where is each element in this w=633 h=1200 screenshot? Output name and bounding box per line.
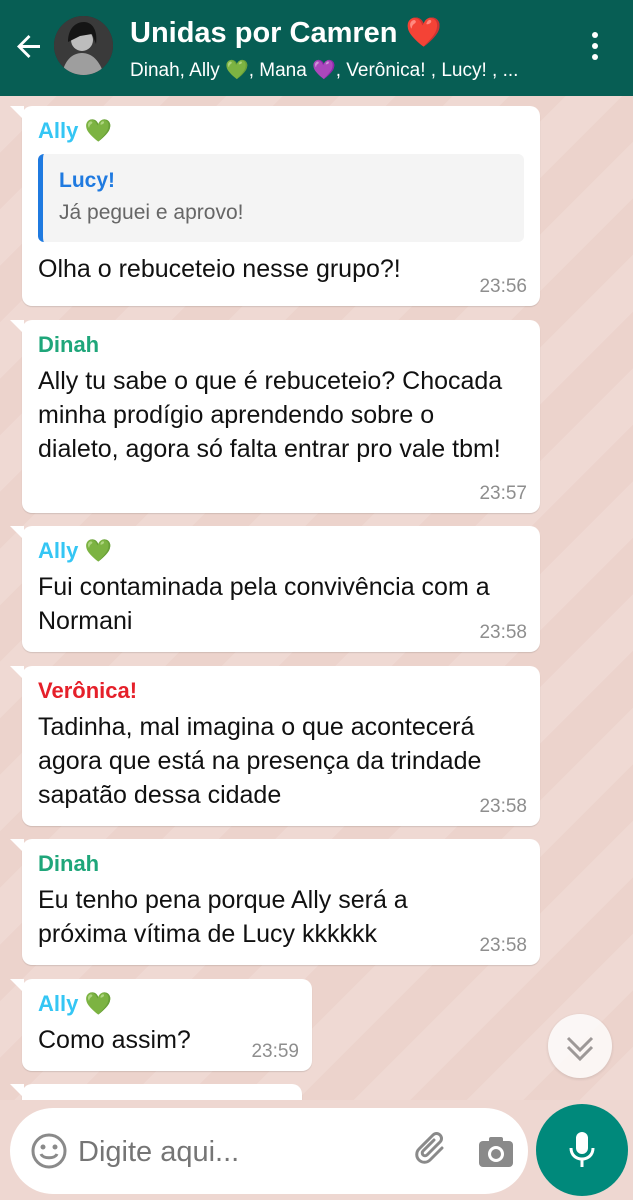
message-time: 23:59	[251, 1041, 299, 1062]
group-title[interactable]: Unidas por Camren ❤️	[130, 16, 442, 50]
message-bubble[interactable]: Verônica! Tadinha, mal imagina o que aco…	[10, 666, 540, 826]
message-time: 23:58	[479, 622, 527, 643]
sender-name: Ally 💚	[38, 991, 112, 1016]
sender-name: Ally 💚	[38, 118, 112, 143]
sender-name: Dinah	[38, 851, 100, 876]
group-members[interactable]: Dinah, Ally 💚, Mana 💜, Verônica! , Lucy!…	[130, 58, 550, 82]
quoted-sender: Lucy!	[59, 169, 116, 192]
chat-header: Unidas por Camren ❤️ Dinah, Ally 💚, Mana…	[0, 0, 633, 96]
message-time: 23:58	[479, 935, 527, 956]
message-text: Eu tenho pena porque Ally será a próxima…	[38, 886, 408, 948]
message-text: Olha o rebuceteio nesse grupo?!	[38, 255, 401, 283]
message-time: 23:58	[479, 796, 527, 817]
chevron-double-down-icon	[566, 1036, 594, 1062]
quoted-message[interactable]: Lucy! Já peguei e aprovo!	[38, 154, 524, 242]
message-time: 23:57	[479, 483, 527, 504]
message-bubble[interactable]: Dinah Ally tu sabe o que é rebuceteio? C…	[10, 320, 540, 513]
more-options-icon[interactable]	[580, 28, 610, 68]
message-bubble-partial[interactable]	[10, 1084, 302, 1100]
sender-name: Dinah	[38, 332, 100, 357]
attach-icon[interactable]	[412, 1130, 454, 1172]
quoted-text: Já peguei e aprovo!	[59, 201, 244, 224]
message-text: Tadinha, mal imagina o que acontecerá ag…	[38, 713, 482, 809]
message-text: Fui contaminada pela convivência com a N…	[38, 573, 490, 635]
camera-icon[interactable]	[476, 1132, 516, 1172]
message-bubble[interactable]: Dinah Eu tenho pena porque Ally será a p…	[10, 839, 540, 965]
message-bubble[interactable]: Ally 💚 Lucy! Já peguei e aprovo! Olha o …	[10, 106, 540, 306]
emoji-icon[interactable]	[30, 1132, 68, 1170]
sender-name: Verônica!	[38, 678, 138, 703]
message-bubble[interactable]: Ally 💚 Como assim? 23:59	[10, 979, 312, 1071]
message-input[interactable]	[78, 1136, 398, 1169]
scroll-to-bottom-button[interactable]	[548, 1014, 612, 1078]
message-text: Ally tu sabe o que é rebuceteio? Chocada…	[38, 367, 503, 463]
message-input-bar	[10, 1108, 528, 1194]
sender-name: Ally 💚	[38, 538, 112, 563]
chat-area[interactable]: Ally 💚 Lucy! Já peguei e aprovo! Olha o …	[0, 96, 633, 1100]
message-time: 23:56	[479, 276, 527, 297]
back-arrow-icon[interactable]	[10, 26, 50, 66]
message-bubble[interactable]: Ally 💚 Fui contaminada pela convivência …	[10, 526, 540, 652]
voice-record-button[interactable]	[536, 1104, 628, 1196]
microphone-icon	[569, 1132, 595, 1167]
group-avatar[interactable]	[54, 16, 113, 75]
